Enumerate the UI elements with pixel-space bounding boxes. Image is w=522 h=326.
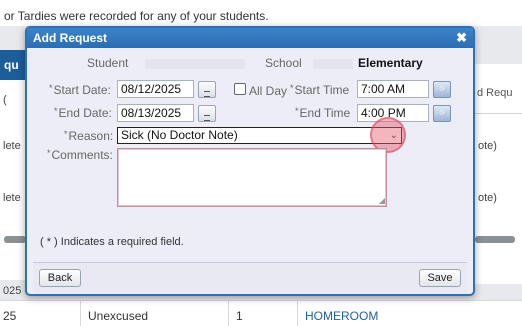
comments-label: *Comments: (47, 148, 113, 162)
required-field-note: ( * ) Indicates a required field. (40, 236, 184, 248)
comments-textarea[interactable]: ◢ (117, 148, 387, 207)
start-date-label: *Start Date: (49, 83, 111, 97)
student-label: Student (87, 56, 129, 70)
right-col-text: ote) (478, 192, 497, 204)
panel-header-left: qu (0, 50, 26, 80)
column-divider (297, 301, 298, 326)
dialog-titlebar[interactable]: Add Request ✖ (27, 28, 473, 48)
start-date-label-text: Start Date: (53, 83, 111, 97)
left-col-link[interactable]: lete (3, 140, 21, 152)
required-marker: * (49, 83, 53, 93)
start-date-input[interactable]: 08/12/2025 (117, 80, 194, 98)
all-day-checkbox[interactable] (234, 83, 246, 95)
required-marker: * (64, 129, 68, 139)
end-time-label: *End Time (295, 106, 350, 120)
end-date-label-text: End Date: (58, 106, 112, 120)
row-number: 025 (3, 285, 22, 297)
school-label: School (265, 56, 302, 70)
attendance-type-cell: Unexcused (88, 309, 149, 323)
resize-handle-icon[interactable]: ◢ (379, 196, 385, 205)
notice-text: or Tardies were recorded for any of your… (4, 9, 269, 23)
start-time-label-text: Start Time (294, 83, 350, 97)
end-date-input[interactable]: 08/13/2025 (117, 104, 194, 122)
save-button[interactable]: Save (419, 269, 461, 287)
scrollbar-right[interactable] (475, 236, 515, 243)
reason-label: *Reason: (64, 129, 113, 143)
column-divider (80, 301, 81, 326)
end-date-label: *End Date: (54, 106, 112, 120)
calendar-icon[interactable] (198, 105, 216, 122)
required-marker: * (290, 83, 294, 93)
school-value-blur (313, 59, 353, 69)
all-day-label: All Day (249, 84, 288, 98)
reason-selected-value: Sick (No Doctor Note) (121, 128, 238, 142)
column-divider (228, 301, 229, 326)
end-time-input[interactable]: 4:00 PM (357, 104, 429, 122)
dialog-footer: Back Save (33, 262, 467, 293)
required-marker: * (54, 106, 58, 116)
end-time-label-text: End Time (299, 106, 351, 120)
required-marker: * (295, 106, 299, 116)
notice-bar: or Tardies were recorded for any of your… (0, 0, 522, 26)
clock-icon[interactable]: ◷ (433, 105, 451, 122)
back-button[interactable]: Back (39, 269, 81, 287)
calendar-icon[interactable] (198, 81, 216, 98)
left-col-text: ( (3, 94, 7, 106)
course-link[interactable]: HOMEROOM (305, 309, 378, 323)
close-icon[interactable]: ✖ (456, 30, 467, 46)
clock-icon[interactable]: ◷ (433, 81, 451, 98)
left-column: ( lete lete (0, 80, 27, 280)
school-name: Elementary (358, 56, 423, 70)
reason-select[interactable]: Sick (No Doctor Note) ⌄ (117, 127, 402, 144)
required-marker: * (47, 148, 51, 158)
add-request-dialog: Add Request ✖ Student School Elementary … (25, 26, 475, 296)
scrollbar-left[interactable] (4, 236, 26, 243)
right-column: ote) ote) (475, 114, 522, 284)
start-time-input[interactable]: 7:00 AM (357, 80, 429, 98)
comments-label-text: Comments: (51, 148, 113, 162)
student-value (145, 59, 245, 69)
dialog-title: Add Request (33, 31, 108, 45)
chevron-down-icon[interactable]: ⌄ (390, 128, 398, 143)
right-col-text: ote) (478, 140, 497, 152)
column-header-right: d Requ (475, 64, 522, 114)
reason-label-text: Reason: (68, 129, 114, 143)
table-row: 25 Unexcused 1 HOMEROOM (0, 300, 522, 326)
row-number-cell: 25 (3, 309, 17, 323)
period-cell: 1 (236, 309, 243, 323)
start-time-label: *Start Time (290, 83, 349, 97)
left-col-link[interactable]: lete (3, 192, 21, 204)
